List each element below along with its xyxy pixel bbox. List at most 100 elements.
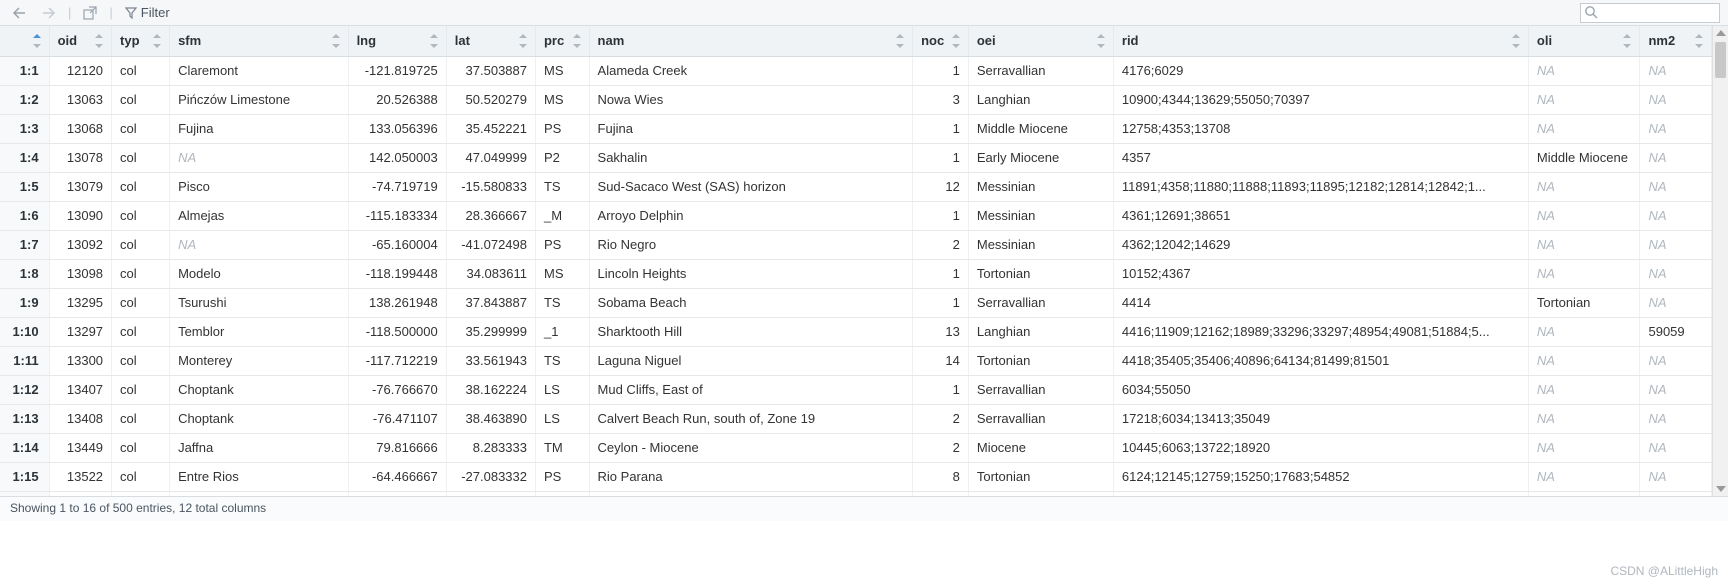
col-header-oei[interactable]: oei xyxy=(968,26,1113,56)
row-header-col[interactable] xyxy=(0,26,49,56)
cell-nm2: NA xyxy=(1640,143,1712,172)
cell-nm2: NA xyxy=(1640,491,1712,496)
cell-sfm: Pińczów Limestone xyxy=(170,85,349,114)
col-header-oli[interactable]: oli xyxy=(1528,26,1640,56)
table-row[interactable]: 1:1213407colChoptank-76.76667038.162224L… xyxy=(0,375,1712,404)
sort-icon[interactable] xyxy=(330,34,342,48)
table-row[interactable]: 1:413078colNA142.05000347.049999P2Sakhal… xyxy=(0,143,1712,172)
cell-noc: 1 xyxy=(913,56,969,85)
sort-icon[interactable] xyxy=(1621,34,1633,48)
col-header-lat[interactable]: lat xyxy=(446,26,535,56)
col-header-nam[interactable]: nam xyxy=(589,26,913,56)
col-header-lng[interactable]: lng xyxy=(348,26,446,56)
cell-oli: NA xyxy=(1528,172,1640,201)
cell-sfm: NA xyxy=(170,230,349,259)
cell-rid: 4176;6029 xyxy=(1113,56,1528,85)
cell-sfm: Modelo xyxy=(170,259,349,288)
search-input[interactable] xyxy=(1580,3,1720,23)
cell-oid: 13079 xyxy=(49,172,111,201)
cell-oei: Middle Miocene xyxy=(968,114,1113,143)
sort-icon[interactable] xyxy=(31,34,43,48)
cell-typ: col xyxy=(112,462,170,491)
watermark: CSDN @ALittleHigh xyxy=(1610,564,1718,578)
sort-icon[interactable] xyxy=(1693,34,1705,48)
cell-sfm: Entre Rios xyxy=(170,491,349,496)
table-row[interactable]: 1:213063colPińczów Limestone20.52638850.… xyxy=(0,85,1712,114)
cell-nam: Rio Negro xyxy=(589,230,913,259)
col-header-rid[interactable]: rid xyxy=(1113,26,1528,56)
cell-oid: 13295 xyxy=(49,288,111,317)
sort-icon[interactable] xyxy=(93,34,105,48)
cell-nam: Arroyo Delphin xyxy=(589,201,913,230)
table-row[interactable]: 1:1113300colMonterey-117.71221933.561943… xyxy=(0,346,1712,375)
sort-icon[interactable] xyxy=(1095,34,1107,48)
scroll-thumb[interactable] xyxy=(1715,42,1726,78)
table-row[interactable]: 1:613090colAlmejas-115.18333428.366667_M… xyxy=(0,201,1712,230)
vertical-scrollbar[interactable] xyxy=(1712,26,1728,496)
sort-icon[interactable] xyxy=(428,34,440,48)
table-row[interactable]: 1:112120colClaremont-121.81972537.503887… xyxy=(0,56,1712,85)
sort-icon[interactable] xyxy=(950,34,962,48)
cell-oid: 13408 xyxy=(49,404,111,433)
cell-nam: Fujina xyxy=(589,114,913,143)
table-row[interactable]: 1:1513522colEntre Rios-64.466667-27.0833… xyxy=(0,462,1712,491)
cell-lat: -15.580833 xyxy=(446,172,535,201)
sort-icon[interactable] xyxy=(571,34,583,48)
col-header-typ[interactable]: typ xyxy=(112,26,170,56)
col-label: oli xyxy=(1537,33,1552,48)
table-row[interactable]: 1:513079colPisco-74.719719-15.580833TSSu… xyxy=(0,172,1712,201)
cell-sfm: Tsurushi xyxy=(170,288,349,317)
sort-icon[interactable] xyxy=(151,34,163,48)
cell-nam: Rio Parana xyxy=(589,462,913,491)
cell-lng: -115.183334 xyxy=(348,201,446,230)
col-header-prc[interactable]: prc xyxy=(535,26,589,56)
table-row[interactable]: 1:313068colFujina133.05639635.452221PSFu… xyxy=(0,114,1712,143)
cell-oli: NA xyxy=(1528,433,1640,462)
grid-scroll[interactable]: oidtypsfmlng latprcnamnocoeiridoli nm2 1:1… xyxy=(0,26,1712,496)
col-label: lng xyxy=(357,33,377,48)
cell-typ: col xyxy=(112,230,170,259)
cell-lng: -121.819725 xyxy=(348,56,446,85)
table-row[interactable]: 1:1313408colChoptank-76.47110738.463890L… xyxy=(0,404,1712,433)
col-header-nm2[interactable]: nm2 xyxy=(1640,26,1712,56)
table-row[interactable]: 1:813098colModelo-118.19944834.083611MSL… xyxy=(0,259,1712,288)
cell-oli: NA xyxy=(1528,404,1640,433)
sort-icon[interactable] xyxy=(1510,34,1522,48)
table-row[interactable]: 1:1413449colJaffna79.8166668.283333TMCey… xyxy=(0,433,1712,462)
cell-oli: NA xyxy=(1528,317,1640,346)
col-header-oid[interactable]: oid xyxy=(49,26,111,56)
arrow-left-icon xyxy=(12,7,26,19)
row-number: 1:13 xyxy=(0,404,49,433)
cell-oli: NA xyxy=(1528,85,1640,114)
arrow-right-icon xyxy=(42,7,56,19)
sort-icon[interactable] xyxy=(517,34,529,48)
col-header-sfm[interactable]: sfm xyxy=(170,26,349,56)
table-row[interactable]: 1:913295colTsurushi138.26194837.843887TS… xyxy=(0,288,1712,317)
scroll-up-icon[interactable] xyxy=(1716,30,1726,36)
cell-lng: -118.500000 xyxy=(348,317,446,346)
cell-typ: col xyxy=(112,346,170,375)
filter-button[interactable]: Filter xyxy=(121,3,174,22)
nav-forward-button[interactable] xyxy=(38,5,60,21)
cell-nm2: NA xyxy=(1640,288,1712,317)
cell-oid: 13449 xyxy=(49,433,111,462)
cell-sfm: Choptank xyxy=(170,404,349,433)
table-row[interactable]: 1:713092colNA-65.160004-41.072498PSRio N… xyxy=(0,230,1712,259)
row-number: 1:12 xyxy=(0,375,49,404)
popout-button[interactable] xyxy=(79,4,101,22)
nav-back-button[interactable] xyxy=(8,5,30,21)
col-header-noc[interactable]: noc xyxy=(913,26,969,56)
cell-typ: col xyxy=(112,317,170,346)
cell-oei: Serravallian xyxy=(968,288,1113,317)
cell-oli: NA xyxy=(1528,230,1640,259)
cell-lng: -65.160004 xyxy=(348,230,446,259)
cell-oli: NA xyxy=(1528,491,1640,496)
cell-oid: 13090 xyxy=(49,201,111,230)
table-row[interactable]: 1:1013297colTemblor-118.50000035.299999_… xyxy=(0,317,1712,346)
cell-typ: col xyxy=(112,201,170,230)
cell-lng: 142.050003 xyxy=(348,143,446,172)
table-row[interactable]: 1:1613526colEntre Rios-59.250000-33.7166… xyxy=(0,491,1712,496)
sort-icon[interactable] xyxy=(894,34,906,48)
cell-rid: 6034;55050 xyxy=(1113,375,1528,404)
scroll-down-icon[interactable] xyxy=(1716,486,1726,492)
